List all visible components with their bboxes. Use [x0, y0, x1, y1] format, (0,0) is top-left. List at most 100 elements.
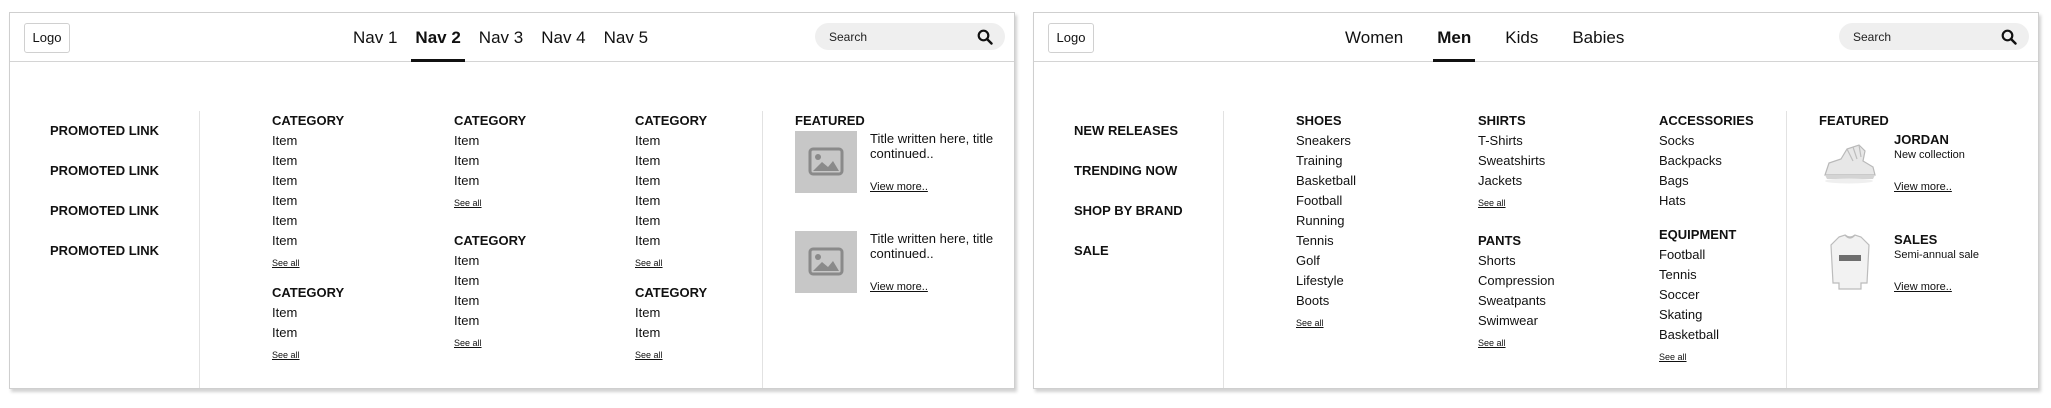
- category-item[interactable]: Jackets: [1478, 171, 1555, 191]
- promoted-link-shop-by-brand[interactable]: SHOP BY BRAND: [1074, 191, 1183, 231]
- category-item[interactable]: Item: [635, 131, 707, 151]
- category-item[interactable]: Item: [454, 131, 526, 151]
- category-title[interactable]: SHOES: [1296, 111, 1356, 131]
- category-item[interactable]: Tennis: [1659, 265, 1754, 285]
- category-item[interactable]: Item: [454, 311, 526, 331]
- see-all-link[interactable]: See all: [1296, 317, 1356, 329]
- category-item[interactable]: Item: [272, 131, 344, 151]
- category-item[interactable]: Football: [1659, 245, 1754, 265]
- category-item[interactable]: Item: [272, 211, 344, 231]
- see-all-link[interactable]: See all: [272, 257, 344, 269]
- logo[interactable]: Logo: [1048, 23, 1094, 53]
- view-more-link[interactable]: View more..: [870, 181, 928, 193]
- category-title[interactable]: CATEGORY: [454, 111, 526, 131]
- category-item[interactable]: Swimwear: [1478, 311, 1555, 331]
- category-item[interactable]: Sneakers: [1296, 131, 1356, 151]
- category-item[interactable]: Item: [635, 211, 707, 231]
- nav-item-2[interactable]: Nav 2: [411, 13, 466, 62]
- category-item[interactable]: Tennis: [1296, 231, 1356, 251]
- nav-item-babies[interactable]: Babies: [1572, 13, 1624, 62]
- promoted-link[interactable]: PROMOTED LINK: [50, 151, 159, 191]
- category-title[interactable]: SHIRTS: [1478, 111, 1555, 131]
- category-item[interactable]: Item: [454, 251, 526, 271]
- see-all-link[interactable]: See all: [1478, 197, 1555, 209]
- see-all-link[interactable]: See all: [635, 349, 707, 361]
- see-all-link[interactable]: See all: [272, 349, 344, 361]
- featured-card[interactable]: Title written here, title continued.. Vi…: [795, 231, 1010, 331]
- category-item[interactable]: Compression: [1478, 271, 1555, 291]
- category-item[interactable]: Item: [272, 323, 344, 343]
- promoted-link-trending[interactable]: TRENDING NOW: [1074, 151, 1183, 191]
- search-icon[interactable]: [2001, 29, 2017, 45]
- category-item[interactable]: Socks: [1659, 131, 1754, 151]
- promoted-link[interactable]: PROMOTED LINK: [50, 111, 159, 151]
- nav-item-men[interactable]: Men: [1433, 13, 1476, 62]
- view-more-link[interactable]: View more..: [870, 281, 928, 293]
- category-item[interactable]: Football: [1296, 191, 1356, 211]
- category-item[interactable]: Running: [1296, 211, 1356, 231]
- category-item[interactable]: Item: [635, 303, 707, 323]
- category-item[interactable]: Hats: [1659, 191, 1754, 211]
- category-item[interactable]: Item: [635, 323, 707, 343]
- see-all-link[interactable]: See all: [1659, 351, 1754, 363]
- category-item[interactable]: T-Shirts: [1478, 131, 1555, 151]
- category-item[interactable]: Item: [272, 303, 344, 323]
- see-all-link[interactable]: See all: [454, 337, 526, 349]
- view-more-link[interactable]: View more..: [1894, 181, 1952, 193]
- category-item[interactable]: Item: [454, 271, 526, 291]
- nav-item-1[interactable]: Nav 1: [353, 13, 397, 62]
- search-input[interactable]: [1839, 23, 1989, 50]
- category-item[interactable]: Bags: [1659, 171, 1754, 191]
- category-item[interactable]: Item: [635, 171, 707, 191]
- category-item[interactable]: Item: [272, 171, 344, 191]
- category-item[interactable]: Basketball: [1659, 325, 1754, 345]
- nav-item-kids[interactable]: Kids: [1505, 13, 1538, 62]
- category-item[interactable]: Item: [272, 151, 344, 171]
- category-title[interactable]: CATEGORY: [454, 231, 526, 251]
- see-all-link[interactable]: See all: [454, 197, 526, 209]
- category-item[interactable]: Training: [1296, 151, 1356, 171]
- nav-item-3[interactable]: Nav 3: [479, 13, 523, 62]
- category-item[interactable]: Item: [454, 291, 526, 311]
- promoted-link[interactable]: PROMOTED LINK: [50, 231, 159, 271]
- view-more-link[interactable]: View more..: [1894, 281, 1952, 293]
- featured-card-sales[interactable]: SALES Semi-annual sale View more..: [1819, 231, 2034, 331]
- category-title[interactable]: CATEGORY: [635, 283, 707, 303]
- category-title[interactable]: EQUIPMENT: [1659, 225, 1754, 245]
- category-item[interactable]: Skating: [1659, 305, 1754, 325]
- category-item[interactable]: Basketball: [1296, 171, 1356, 191]
- search-input[interactable]: [815, 23, 965, 50]
- category-item[interactable]: Item: [272, 231, 344, 251]
- category-title[interactable]: CATEGORY: [272, 111, 344, 131]
- promoted-link-new-releases[interactable]: NEW RELEASES: [1074, 111, 1183, 151]
- see-all-link[interactable]: See all: [635, 257, 707, 269]
- category-item[interactable]: Shorts: [1478, 251, 1555, 271]
- category-item[interactable]: Item: [635, 231, 707, 251]
- see-all-link[interactable]: See all: [1478, 337, 1555, 349]
- category-item[interactable]: Backpacks: [1659, 151, 1754, 171]
- category-item[interactable]: Item: [635, 191, 707, 211]
- nav-item-5[interactable]: Nav 5: [604, 13, 648, 62]
- featured-card[interactable]: Title written here, title continued.. Vi…: [795, 131, 1010, 231]
- category-title[interactable]: CATEGORY: [272, 283, 344, 303]
- category-item[interactable]: Soccer: [1659, 285, 1754, 305]
- featured-card-jordan[interactable]: JORDAN New collection View more..: [1819, 131, 2034, 231]
- category-item[interactable]: Item: [635, 151, 707, 171]
- category-item[interactable]: Sweatpants: [1478, 291, 1555, 311]
- category-item[interactable]: Item: [454, 171, 526, 191]
- category-title[interactable]: PANTS: [1478, 231, 1555, 251]
- category-item[interactable]: Boots: [1296, 291, 1356, 311]
- search-icon[interactable]: [977, 29, 993, 45]
- category-title[interactable]: CATEGORY: [635, 111, 707, 131]
- category-item[interactable]: Lifestyle: [1296, 271, 1356, 291]
- category-item[interactable]: Sweatshirts: [1478, 151, 1555, 171]
- category-title[interactable]: ACCESSORIES: [1659, 111, 1754, 131]
- category-item[interactable]: Golf: [1296, 251, 1356, 271]
- promoted-link[interactable]: PROMOTED LINK: [50, 191, 159, 231]
- promoted-link-sale[interactable]: SALE: [1074, 231, 1183, 271]
- category-item[interactable]: Item: [272, 191, 344, 211]
- nav-item-4[interactable]: Nav 4: [541, 13, 585, 62]
- logo[interactable]: Logo: [24, 23, 70, 53]
- nav-item-women[interactable]: Women: [1345, 13, 1403, 62]
- category-item[interactable]: Item: [454, 151, 526, 171]
